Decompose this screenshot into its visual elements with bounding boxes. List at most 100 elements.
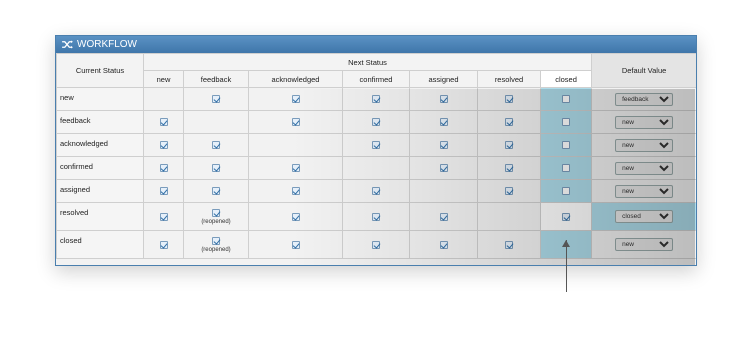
- default-value-cell: feedback: [591, 87, 696, 111]
- workflow-titlebar: WORKFLOW: [56, 36, 696, 53]
- transition-cell: [342, 230, 410, 259]
- row-label: closed: [56, 230, 144, 259]
- transition-cell: [248, 87, 343, 111]
- default-value-select[interactable]: new: [615, 184, 674, 198]
- transition-checkbox[interactable]: [505, 164, 513, 172]
- transition-checkbox[interactable]: [372, 118, 380, 126]
- transition-checkbox[interactable]: [291, 212, 300, 221]
- transition-checkbox[interactable]: [291, 118, 300, 126]
- transition-cell: [539, 133, 593, 157]
- transition-cell: [409, 202, 478, 231]
- transition-checkbox[interactable]: [212, 236, 220, 245]
- transition-checkbox[interactable]: [505, 118, 513, 126]
- transition-checkbox[interactable]: [159, 212, 168, 221]
- next-status-header: Next Status: [142, 53, 593, 71]
- shuffle-icon: [62, 40, 73, 49]
- transition-checkbox[interactable]: [439, 164, 448, 172]
- table-row: new feedback: [56, 87, 696, 111]
- transition-cell: [248, 202, 343, 231]
- table-row: resolved (reopened) closed: [56, 202, 696, 231]
- transition-cell: [409, 87, 478, 111]
- transition-checkbox[interactable]: [212, 141, 220, 149]
- transition-cell: [539, 87, 593, 111]
- transition-checkbox[interactable]: [562, 95, 571, 103]
- row-label: acknowledged: [56, 133, 144, 157]
- transition-checkbox[interactable]: [291, 187, 300, 195]
- transition-checkbox[interactable]: [439, 141, 448, 149]
- transition-checkbox[interactable]: [562, 118, 571, 126]
- transition-cell: [342, 179, 410, 203]
- transition-checkbox[interactable]: [212, 164, 220, 172]
- transition-checkbox[interactable]: [159, 118, 168, 126]
- default-value-cell: new: [591, 230, 696, 259]
- default-value-cell: closed: [591, 202, 696, 231]
- transition-cell: [183, 110, 249, 134]
- transition-checkbox[interactable]: [505, 240, 513, 249]
- transition-checkbox[interactable]: [439, 118, 448, 126]
- transition-checkbox[interactable]: [212, 208, 220, 217]
- default-value-cell: new: [591, 110, 696, 134]
- transition-checkbox[interactable]: [291, 95, 300, 103]
- default-value-cell: new: [591, 156, 696, 180]
- transition-cell: [477, 133, 541, 157]
- transition-checkbox[interactable]: [562, 141, 571, 149]
- row-label: feedback: [56, 110, 144, 134]
- transition-cell: [143, 87, 184, 111]
- transition-cell: [477, 202, 541, 231]
- row-label: assigned: [56, 179, 144, 203]
- transition-checkbox[interactable]: [159, 141, 168, 149]
- reopened-note: (reopened): [201, 218, 231, 225]
- transition-checkbox[interactable]: [212, 95, 220, 103]
- transition-checkbox[interactable]: [505, 95, 513, 103]
- default-value-select[interactable]: new: [615, 238, 674, 251]
- table-row: confirmed new: [56, 156, 696, 180]
- transition-checkbox[interactable]: [291, 240, 300, 249]
- transition-cell: [248, 110, 343, 134]
- transition-checkbox[interactable]: [372, 187, 380, 195]
- transition-checkbox[interactable]: [159, 240, 168, 249]
- table-row: feedback new: [56, 110, 696, 134]
- transition-checkbox[interactable]: [159, 164, 168, 172]
- row-label: confirmed: [56, 156, 144, 180]
- transition-cell: [248, 133, 343, 157]
- transition-checkbox[interactable]: [439, 240, 448, 249]
- transition-cell: [183, 87, 249, 111]
- transition-cell: [143, 202, 184, 231]
- row-label: resolved: [56, 202, 144, 231]
- default-value-select[interactable]: new: [615, 161, 674, 175]
- transition-checkbox[interactable]: [505, 187, 513, 195]
- transition-cell: [143, 230, 184, 259]
- transition-checkbox[interactable]: [439, 95, 448, 103]
- default-value-select[interactable]: new: [615, 138, 674, 152]
- transition-cell: [183, 179, 249, 203]
- transition-checkbox[interactable]: [372, 240, 380, 249]
- default-value-header: Default Value: [591, 53, 696, 88]
- transition-checkbox[interactable]: [372, 95, 380, 103]
- transition-checkbox[interactable]: [372, 212, 380, 221]
- transition-checkbox[interactable]: [562, 212, 571, 221]
- transition-checkbox[interactable]: [562, 187, 571, 195]
- transition-checkbox[interactable]: [372, 141, 380, 149]
- transition-cell: [477, 230, 541, 259]
- transition-checkbox[interactable]: [159, 187, 168, 195]
- transition-cell: [477, 179, 541, 203]
- default-value-select[interactable]: feedback: [615, 92, 674, 106]
- default-value-select[interactable]: new: [615, 115, 674, 129]
- transition-cell: [143, 179, 184, 203]
- transition-cell: [342, 87, 410, 111]
- transition-checkbox[interactable]: [505, 141, 513, 149]
- transition-cell: [409, 179, 478, 203]
- transition-cell: [477, 87, 541, 111]
- transition-checkbox[interactable]: [291, 164, 300, 172]
- transition-checkbox[interactable]: [562, 164, 571, 172]
- table-row: closed (reopened) new: [56, 230, 696, 259]
- transition-cell: [143, 133, 184, 157]
- transition-cell: [477, 110, 541, 134]
- table-row: acknowledged new: [56, 133, 696, 157]
- transition-checkbox[interactable]: [212, 187, 220, 195]
- transition-cell: [143, 156, 184, 180]
- transition-cell: [477, 156, 541, 180]
- default-value-select[interactable]: closed: [615, 210, 674, 223]
- workflow-title: WORKFLOW: [77, 39, 137, 50]
- transition-checkbox[interactable]: [439, 212, 448, 221]
